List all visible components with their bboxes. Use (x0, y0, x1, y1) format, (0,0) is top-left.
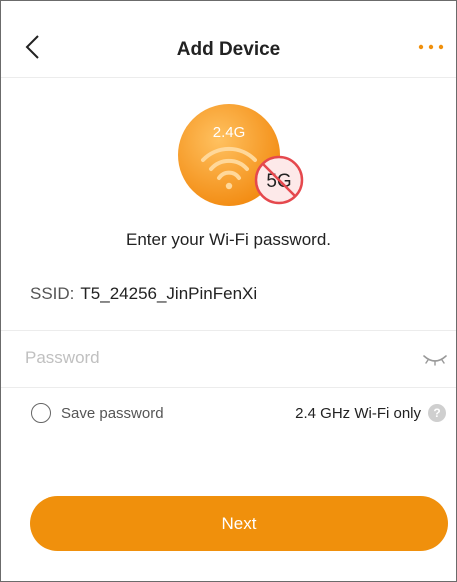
help-icon[interactable]: ? (428, 404, 446, 422)
page-title: Add Device (176, 39, 281, 60)
save-password-radio[interactable] (31, 403, 51, 423)
ssid-label: SSID: (30, 284, 75, 303)
divider (1, 330, 456, 331)
band-24-label: 2.4G (213, 124, 246, 141)
password-input[interactable] (25, 341, 405, 375)
save-password-label: Save password (61, 404, 164, 422)
save-password-option[interactable]: Save password (31, 403, 164, 423)
divider (1, 387, 456, 388)
eye-closed-icon[interactable] (422, 351, 448, 367)
header-bar: Add Device (1, 1, 456, 78)
ssid-row: SSID: T5_24256_JinPinFenXi (30, 284, 257, 304)
wifi-only-info: 2.4 GHz Wi-Fi only ? (295, 404, 446, 422)
next-button[interactable]: Next (30, 496, 448, 551)
password-prompt: Enter your Wi-Fi password. (126, 230, 331, 249)
prohibited-icon: 5G (254, 155, 304, 205)
wifi-band-illustration: 2.4G 5G (178, 104, 304, 206)
wifi-only-label: 2.4 GHz Wi-Fi only (295, 404, 421, 422)
ssid-value: T5_24256_JinPinFenXi (80, 284, 258, 303)
more-horizontal-icon[interactable] (416, 37, 446, 57)
screen: Add Device 2.4G 5G Enter your Wi-Fi pas (0, 0, 457, 582)
